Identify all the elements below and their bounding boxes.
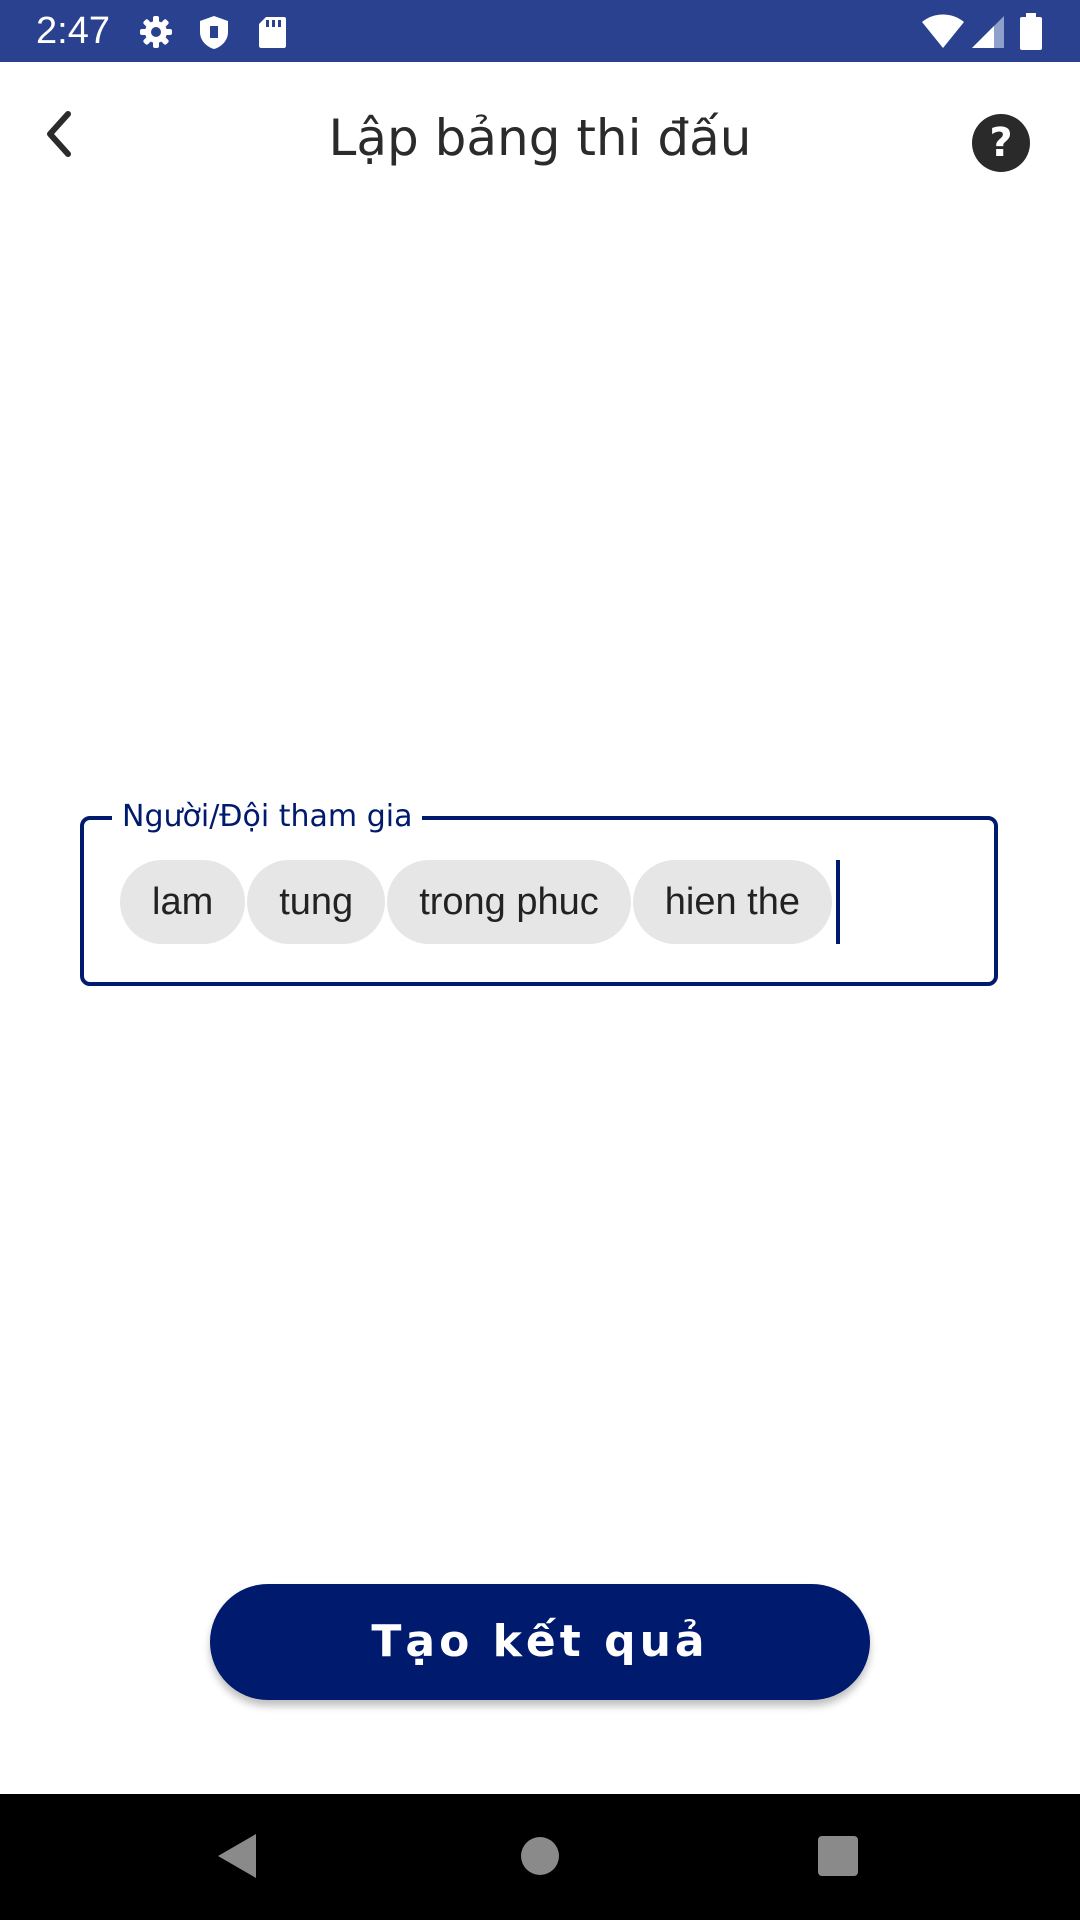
wifi-icon	[922, 14, 964, 48]
back-triangle-icon[interactable]	[208, 1826, 268, 1886]
participant-chip[interactable]: trong phuc	[387, 860, 631, 944]
cell-signal-icon	[972, 16, 1004, 48]
participants-label: Người/Đội tham gia	[112, 798, 423, 836]
page-title: Lập bảng thi đấu	[328, 109, 752, 167]
system-nav-bar	[0, 1794, 1080, 1920]
app-bar: Lập bảng thi đấu ?	[0, 62, 1080, 222]
battery-icon	[1020, 13, 1042, 50]
home-circle-icon[interactable]	[510, 1826, 570, 1886]
participant-chip[interactable]: hien the	[632, 860, 833, 944]
recents-square-icon[interactable]	[808, 1826, 868, 1886]
chip-list: lam tung trong phuc hien the	[120, 860, 841, 944]
sd-card-icon	[259, 17, 286, 48]
create-result-button[interactable]: Tạo kết quả	[210, 1584, 870, 1700]
help-button[interactable]: ?	[972, 114, 1030, 172]
participant-chip[interactable]: lam	[120, 860, 246, 944]
shield-icon	[200, 16, 228, 49]
back-button[interactable]	[32, 104, 92, 164]
settings-icon	[140, 16, 172, 48]
text-cursor	[836, 860, 841, 944]
status-bar: 2:47	[0, 0, 1080, 62]
status-time: 2:47	[36, 10, 110, 52]
participant-chip[interactable]: tung	[247, 860, 386, 944]
